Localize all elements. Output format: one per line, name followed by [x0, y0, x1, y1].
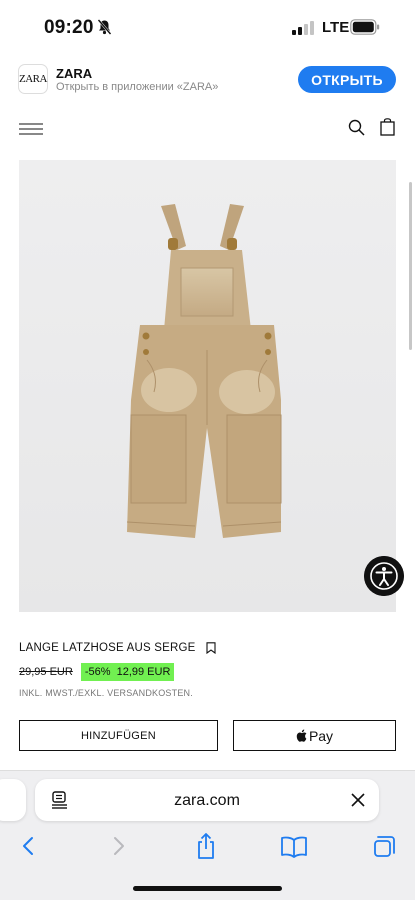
home-indicator[interactable]	[133, 886, 282, 891]
add-to-cart-button[interactable]: HINZUFÜGEN	[19, 720, 218, 751]
product-title-row: LANGE LATZHOSE AUS SERGE	[19, 641, 216, 655]
price-row: 29,95 EUR -56% 12,99 EUR	[19, 662, 175, 682]
apple-logo-icon	[296, 729, 307, 742]
bookmark-icon[interactable]	[205, 642, 216, 654]
forward-icon[interactable]	[103, 831, 133, 861]
sale-price-badge: -56% 12,99 EUR	[80, 663, 175, 681]
tabs-icon[interactable]	[367, 831, 397, 861]
share-icon[interactable]	[191, 831, 221, 861]
close-icon[interactable]	[351, 793, 365, 807]
scroll-indicator[interactable]	[409, 182, 412, 350]
open-in-app-button[interactable]: ОТКРЫТЬ	[298, 66, 396, 93]
battery-icon	[350, 19, 380, 35]
app-name: ZARA	[56, 66, 93, 81]
old-price: 29,95 EUR	[19, 666, 73, 678]
network-label: LTE	[322, 19, 350, 36]
product-image[interactable]	[19, 160, 396, 612]
signal-icon	[292, 21, 314, 35]
apple-pay-label: Pay	[308, 727, 334, 744]
search-icon[interactable]	[348, 119, 365, 136]
tax-note: INKL. MWST./EXKL. VERSANDKOSTEN.	[19, 688, 193, 698]
menu-icon[interactable]	[19, 122, 43, 136]
site-header	[0, 105, 415, 155]
url-text: zara.com	[174, 792, 240, 809]
product-name: LANGE LATZHOSE AUS SERGE	[19, 642, 196, 654]
shopping-bag-icon[interactable]	[380, 118, 395, 136]
status-time: 09:20	[44, 17, 94, 38]
overalls-illustration	[126, 204, 282, 538]
apple-pay-button[interactable]: Pay	[233, 720, 396, 751]
status-bar: 09:20 LTE	[0, 0, 415, 56]
accessibility-icon[interactable]	[364, 556, 404, 596]
app-subtitle: Открыть в приложении «ZARA»	[56, 81, 219, 93]
browser-toolbar: zara.com	[0, 771, 415, 900]
previous-tab-preview[interactable]	[0, 779, 26, 821]
app-banner: ZARA ZARA Открыть в приложении «ZARA» ОТ…	[0, 56, 415, 104]
bell-slash-icon	[97, 19, 112, 35]
zara-app-logo: ZARA	[18, 64, 48, 94]
address-bar[interactable]: zara.com	[35, 779, 379, 821]
bookmarks-icon[interactable]	[279, 831, 309, 861]
back-icon[interactable]	[14, 831, 44, 861]
